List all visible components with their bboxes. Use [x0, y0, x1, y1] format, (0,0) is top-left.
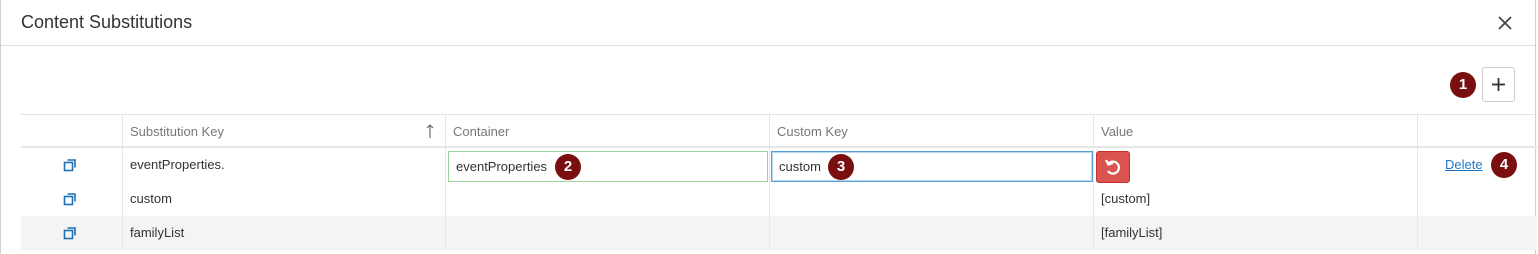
table-row: eventProperties. eventProperties 2 custo…	[21, 148, 1537, 183]
custom-key-input[interactable]: custom	[771, 151, 1093, 182]
callout-marker-2: 2	[555, 154, 581, 180]
callout-marker-3: 3	[828, 154, 854, 180]
table-row: custom [custom]	[21, 182, 1537, 216]
copy-icon[interactable]	[63, 158, 77, 172]
callout-marker-4: 4	[1491, 152, 1517, 178]
header-container[interactable]: Container	[445, 115, 769, 147]
delete-link[interactable]: Delete	[1445, 148, 1483, 182]
header-icon-column	[21, 115, 122, 147]
container-cell	[445, 216, 769, 250]
undo-icon	[1105, 159, 1120, 175]
copy-icon[interactable]	[63, 226, 77, 240]
custom-key-cell	[769, 216, 1093, 250]
header-value[interactable]: Value	[1093, 115, 1417, 147]
value-cell: [familyList]	[1093, 216, 1417, 250]
container-cell	[445, 182, 769, 216]
revert-button[interactable]	[1096, 151, 1130, 183]
value-cell	[1093, 148, 1417, 182]
dialog-header: Content Substitutions	[1, 0, 1535, 46]
add-substitution-button[interactable]	[1482, 67, 1515, 102]
substitution-key-cell: familyList	[122, 216, 445, 250]
substitution-key-cell: custom	[122, 182, 445, 216]
copy-icon[interactable]	[63, 192, 77, 206]
dialog-title: Content Substitutions	[21, 12, 193, 32]
table-header-row: Substitution Key Container Custom Key Va…	[21, 114, 1537, 148]
header-actions	[1417, 115, 1517, 147]
table-row: familyList [familyList]	[21, 216, 1537, 250]
substitutions-table: Substitution Key Container Custom Key Va…	[21, 114, 1537, 250]
container-input[interactable]: eventProperties	[448, 151, 768, 182]
value-cell: [custom]	[1093, 182, 1417, 216]
close-icon[interactable]	[1495, 10, 1515, 34]
header-custom-key[interactable]: Custom Key	[769, 115, 1093, 147]
substitution-key-cell: eventProperties.	[122, 148, 445, 182]
plus-icon	[1492, 78, 1505, 91]
header-substitution-key[interactable]: Substitution Key	[122, 115, 445, 147]
custom-key-cell	[769, 182, 1093, 216]
sort-ascending-arrow-icon	[426, 124, 434, 138]
callout-marker-1: 1	[1450, 72, 1476, 98]
content-substitutions-dialog: Content Substitutions 1 Substitution Key	[0, 0, 1537, 254]
